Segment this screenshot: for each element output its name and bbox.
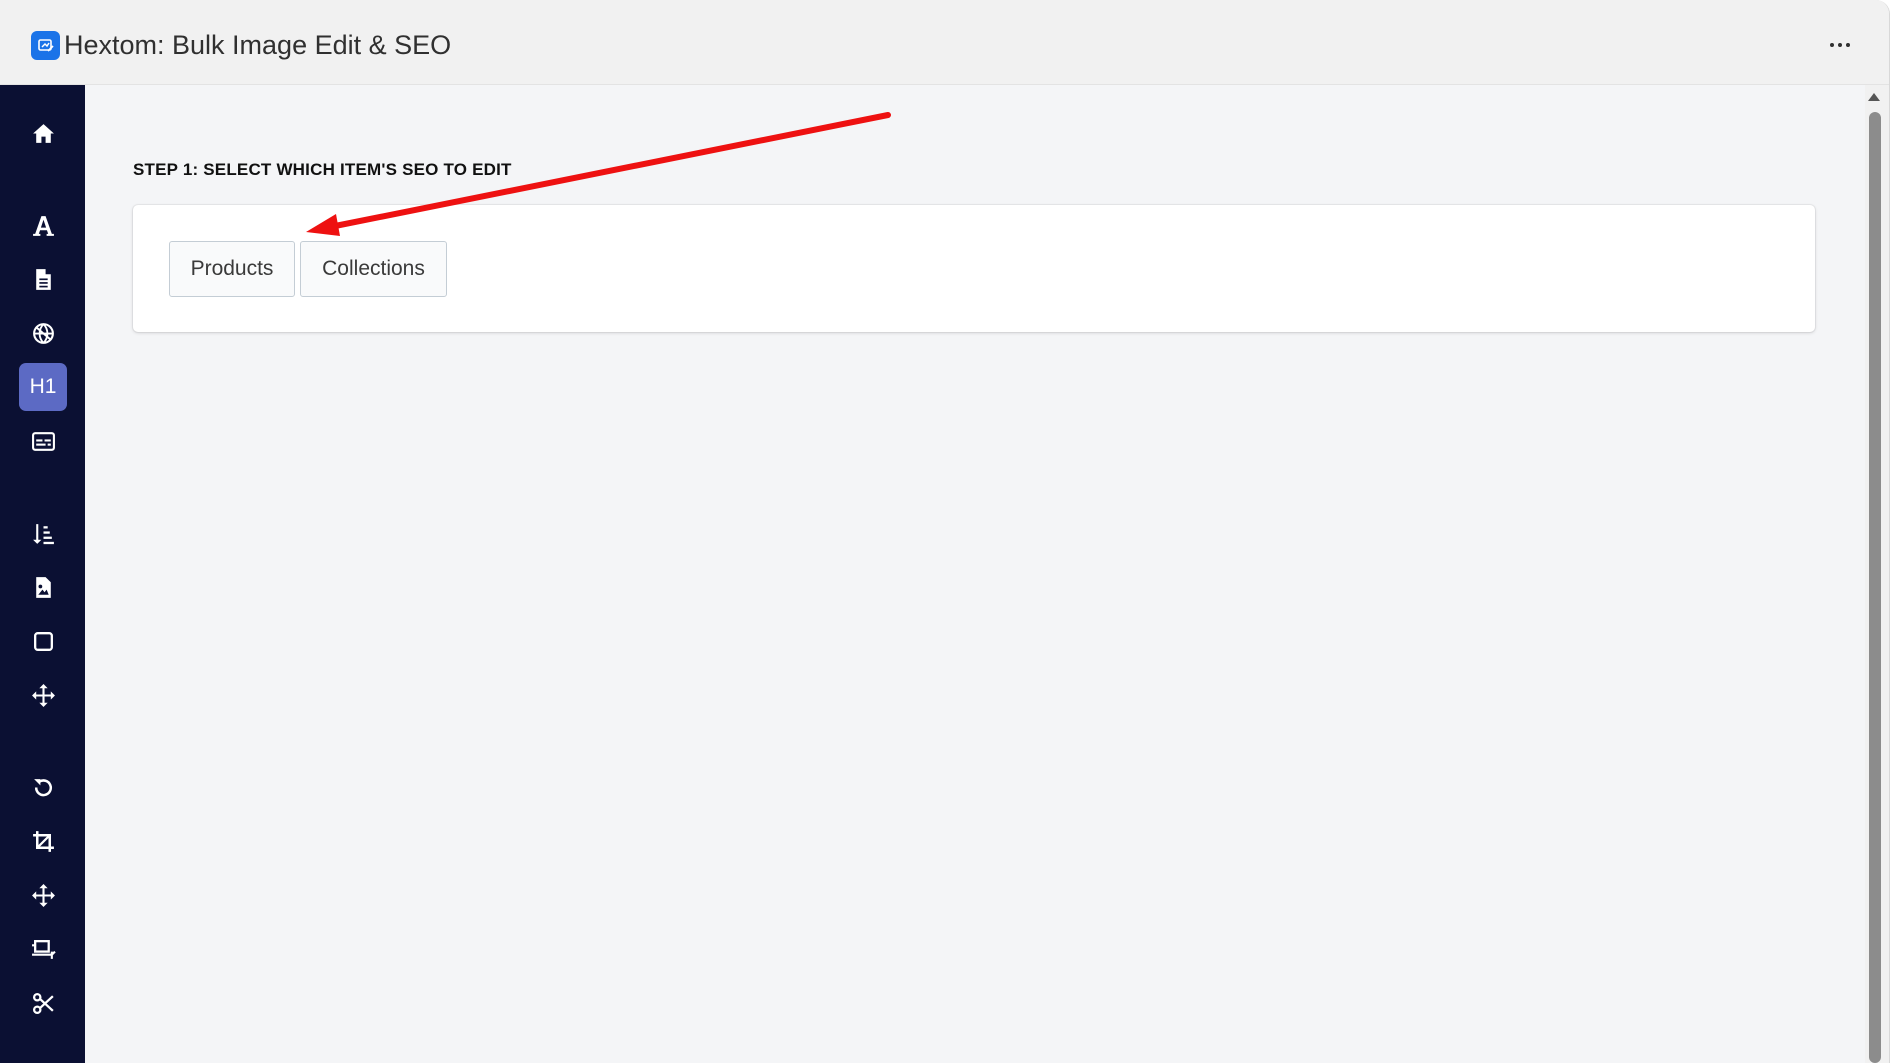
font-icon bbox=[32, 215, 54, 236]
sidebar-item-move[interactable] bbox=[19, 671, 67, 719]
top-bar: Hextom: Bulk Image Edit & SEO bbox=[0, 0, 1889, 85]
sidebar-item-crop[interactable] bbox=[19, 817, 67, 865]
sidebar-item-square[interactable] bbox=[19, 617, 67, 665]
sidebar-item-captions[interactable] bbox=[19, 417, 67, 465]
scissors-icon bbox=[32, 992, 54, 1014]
sidebar-item-resize[interactable] bbox=[19, 925, 67, 973]
sidebar-item-file[interactable] bbox=[19, 255, 67, 303]
move-icon bbox=[31, 883, 55, 907]
app-title: Hextom: Bulk Image Edit & SEO bbox=[64, 30, 452, 60]
sidebar-item-scissors[interactable] bbox=[19, 979, 67, 1027]
collections-button[interactable]: Collections bbox=[300, 241, 447, 297]
sidebar-item-rotate[interactable] bbox=[19, 763, 67, 811]
sidebar-item-heading[interactable]: H1 bbox=[19, 363, 67, 411]
products-button[interactable]: Products bbox=[169, 241, 295, 297]
crop-icon bbox=[32, 830, 54, 852]
square-icon bbox=[33, 631, 53, 651]
more-options-button[interactable] bbox=[1820, 28, 1860, 62]
globe-icon bbox=[32, 322, 54, 344]
sidebar-item-home[interactable] bbox=[19, 109, 67, 157]
app-root: Hextom: Bulk Image Edit & SEO H1 STEP 1:… bbox=[0, 0, 1890, 1063]
app-frame: Hextom: Bulk Image Edit & SEO H1 STEP 1:… bbox=[0, 0, 1890, 1063]
sidebar-item-sort[interactable] bbox=[19, 509, 67, 557]
sort-icon bbox=[32, 523, 54, 544]
scroll-up-arrow-icon[interactable] bbox=[1868, 93, 1880, 101]
file-icon bbox=[35, 268, 51, 290]
sidebar-item-globe[interactable] bbox=[19, 309, 67, 357]
resize-icon bbox=[31, 939, 56, 959]
app-logo-icon bbox=[31, 31, 60, 60]
sidebar-item-move-2[interactable] bbox=[19, 871, 67, 919]
file-image-icon bbox=[35, 576, 51, 598]
sidebar-item-font[interactable] bbox=[19, 201, 67, 249]
rotate-icon bbox=[33, 778, 52, 796]
sidebar-item-file-image[interactable] bbox=[19, 563, 67, 611]
home-icon bbox=[32, 123, 54, 143]
item-type-card: Products Collections bbox=[133, 205, 1815, 332]
closed-captioning-icon bbox=[31, 431, 55, 451]
main-content: STEP 1: SELECT WHICH ITEM'S SEO TO EDIT … bbox=[85, 85, 1865, 1063]
move-icon bbox=[31, 683, 55, 707]
scrollbar-thumb[interactable] bbox=[1869, 112, 1881, 1063]
step-label: STEP 1: SELECT WHICH ITEM'S SEO TO EDIT bbox=[133, 160, 512, 179]
heading-icon: H1 bbox=[29, 375, 57, 398]
sidebar: H1 bbox=[0, 85, 85, 1063]
more-horizontal-icon bbox=[1830, 43, 1834, 47]
